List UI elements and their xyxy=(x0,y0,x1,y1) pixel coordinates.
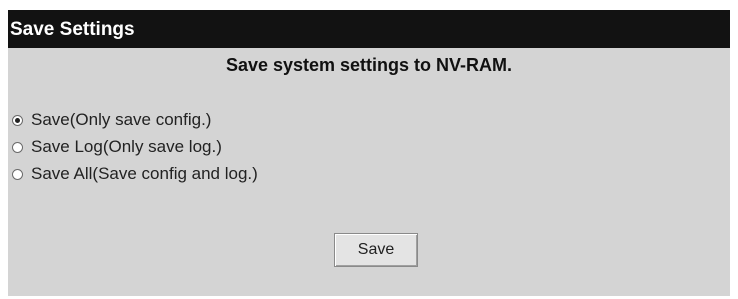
save-settings-panel: Save Settings Save system settings to NV… xyxy=(8,10,730,296)
option-label: Save(Only save config.) xyxy=(31,110,212,129)
option-save-log[interactable]: Save Log(Only save log.) xyxy=(12,136,222,158)
save-button[interactable]: Save xyxy=(334,233,418,267)
panel-title: Save Settings xyxy=(8,10,730,48)
page-heading: Save system settings to NV-RAM. xyxy=(225,55,513,75)
option-save-config[interactable]: Save(Only save config.) xyxy=(12,109,211,131)
option-save-all[interactable]: Save All(Save config and log.) xyxy=(12,163,258,185)
radio-save-config[interactable] xyxy=(12,114,23,126)
radio-save-log[interactable] xyxy=(12,141,23,153)
option-label: Save Log(Only save log.) xyxy=(31,137,222,156)
radio-save-all[interactable] xyxy=(12,168,23,180)
option-label: Save All(Save config and log.) xyxy=(31,164,258,183)
